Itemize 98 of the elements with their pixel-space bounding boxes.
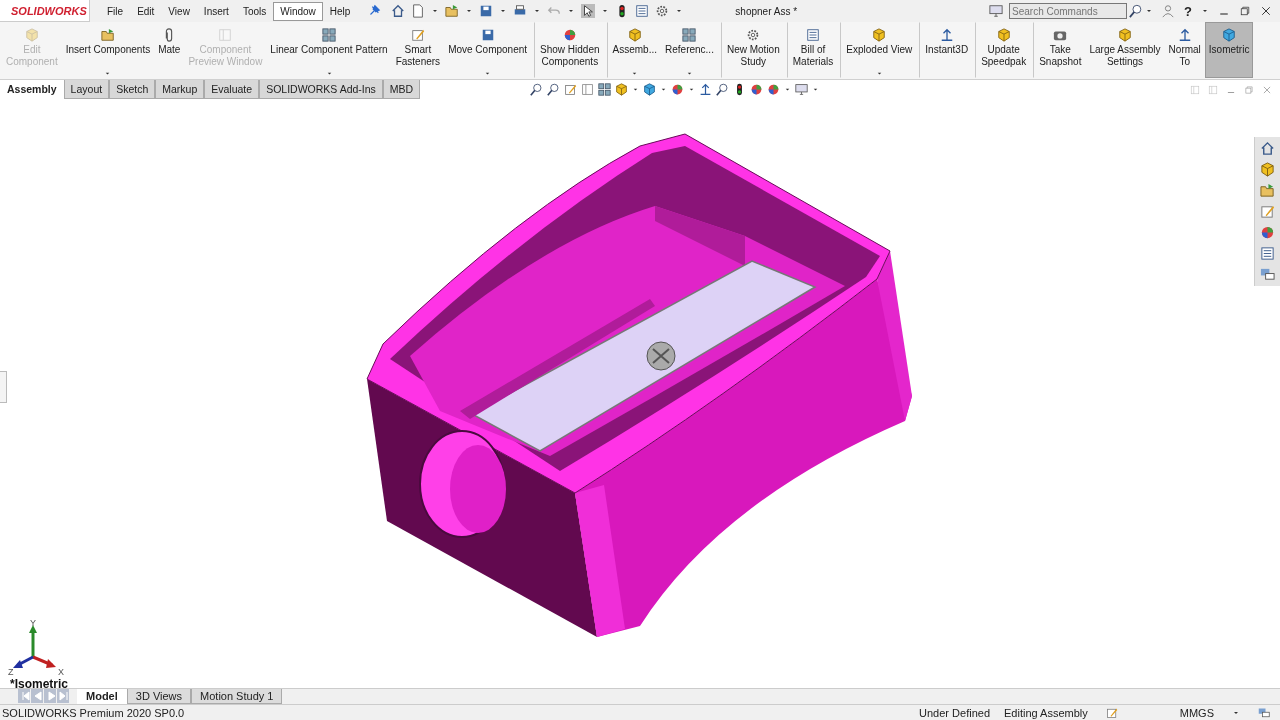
ribbon-command[interactable]: Isometric bbox=[1204, 22, 1254, 78]
printer-icon[interactable] bbox=[513, 4, 528, 18]
tile-right-icon[interactable] bbox=[1208, 84, 1218, 95]
tab[interactable]: MBD bbox=[382, 80, 421, 99]
ribbon-command[interactable]: Bill of Materials bbox=[786, 22, 838, 78]
tab[interactable]: SOLIDWORKS Add-Ins bbox=[259, 80, 383, 99]
caret-icon[interactable] bbox=[431, 7, 440, 15]
ribbon-command[interactable]: Linear Component Pattern bbox=[266, 22, 392, 78]
tool-icon bbox=[996, 28, 1011, 42]
search-field[interactable]: Search Commands bbox=[1009, 3, 1128, 19]
tool-icon bbox=[100, 28, 115, 42]
ribbon-command[interactable]: Instant3D bbox=[919, 22, 973, 78]
menu-item[interactable]: Window bbox=[273, 1, 323, 21]
settings-icon[interactable] bbox=[655, 4, 670, 18]
ribbon-command[interactable]: Show Hidden Components bbox=[534, 22, 604, 78]
properties-icon[interactable] bbox=[1258, 244, 1277, 263]
menu-item[interactable]: File bbox=[100, 1, 131, 21]
ribbon-command[interactable]: Normal To bbox=[1164, 22, 1205, 78]
save-icon[interactable] bbox=[479, 4, 494, 18]
zoom-icon[interactable] bbox=[530, 83, 544, 96]
tool-icon bbox=[218, 28, 233, 42]
tab[interactable]: Motion Study 1 bbox=[191, 689, 283, 704]
axis-label: Z bbox=[8, 667, 14, 677]
view-name: *Isometric bbox=[10, 677, 69, 688]
close-icon[interactable] bbox=[1260, 5, 1272, 17]
tool-icon bbox=[806, 28, 821, 42]
scene-icon[interactable] bbox=[767, 83, 781, 96]
ribbon-command[interactable]: Smart Fasteners bbox=[391, 22, 445, 78]
ribbon-command[interactable]: Exploded View bbox=[840, 22, 917, 78]
zoom-area-icon[interactable] bbox=[547, 83, 561, 96]
ribbon-command[interactable]: Take Snapshot bbox=[1033, 22, 1086, 78]
menu-item[interactable]: Help bbox=[322, 1, 358, 21]
appearance-icon[interactable] bbox=[750, 83, 764, 96]
caret-icon[interactable] bbox=[465, 7, 474, 15]
tool-icon bbox=[627, 28, 642, 42]
caret-icon[interactable] bbox=[499, 7, 508, 15]
new-document-icon[interactable] bbox=[411, 4, 426, 18]
view-orientation-icon[interactable] bbox=[615, 83, 629, 96]
tool-icon bbox=[480, 28, 495, 42]
tool-icon bbox=[24, 28, 39, 42]
ribbon-command[interactable]: New Motion Study bbox=[720, 22, 784, 78]
tab[interactable]: 3D Views bbox=[126, 689, 192, 704]
open-folder-icon[interactable] bbox=[445, 4, 460, 18]
tool-icon bbox=[562, 28, 577, 42]
messages-icon[interactable] bbox=[1258, 706, 1270, 719]
axis-label: X bbox=[58, 667, 64, 677]
folder-icon[interactable] bbox=[1258, 181, 1277, 200]
display-style-icon[interactable] bbox=[643, 83, 657, 96]
tool-icon bbox=[939, 28, 954, 42]
tool-icon bbox=[322, 28, 336, 42]
product-version: SOLIDWORKS Premium 2020 SP0.0 bbox=[2, 706, 185, 719]
tool-icon bbox=[1118, 28, 1132, 42]
panel-handle[interactable] bbox=[0, 371, 7, 403]
axis-label: Y bbox=[30, 619, 36, 628]
ribbon-command[interactable]: Update Speedpak bbox=[975, 22, 1031, 78]
ribbon-command[interactable]: Referenc... bbox=[661, 22, 718, 78]
tab[interactable]: Sketch bbox=[109, 80, 156, 99]
menu-item[interactable]: Edit bbox=[130, 1, 162, 21]
tab[interactable]: Markup bbox=[155, 80, 205, 99]
menu-item[interactable]: View bbox=[161, 1, 197, 21]
ribbon-command[interactable]: Large Assembly Settings bbox=[1085, 22, 1165, 78]
tab[interactable]: Model bbox=[77, 689, 127, 704]
monitor-icon[interactable] bbox=[795, 83, 809, 96]
caret-icon[interactable] bbox=[675, 7, 684, 15]
caret-icon[interactable] bbox=[533, 7, 542, 15]
tool-icon bbox=[746, 28, 761, 42]
home-icon[interactable] bbox=[391, 4, 406, 18]
zoom-icon[interactable] bbox=[716, 83, 730, 96]
ribbon-command[interactable]: Insert Components bbox=[61, 22, 155, 78]
search-icon[interactable] bbox=[1129, 4, 1144, 18]
tool-icon bbox=[1222, 28, 1237, 42]
caret-icon[interactable] bbox=[1201, 7, 1209, 15]
ribbon-command[interactable]: Move Component bbox=[444, 22, 532, 78]
document-title: shopner Ass * bbox=[734, 5, 799, 17]
user-icon[interactable] bbox=[1161, 4, 1176, 18]
caret-icon[interactable] bbox=[601, 7, 610, 15]
caret-icon[interactable] bbox=[567, 7, 576, 15]
axis-triad-drawing bbox=[13, 625, 56, 668]
editing-mode: Editing Assembly bbox=[1004, 706, 1088, 719]
menu-item[interactable]: Tools bbox=[235, 1, 274, 21]
options-list-icon[interactable] bbox=[635, 4, 650, 18]
ribbon-command[interactable]: Assemb... bbox=[606, 22, 661, 78]
tool-icon bbox=[872, 28, 887, 42]
app-logo: SOLIDWORKS bbox=[11, 4, 87, 17]
tool-icon bbox=[682, 28, 697, 42]
tile-left-icon[interactable] bbox=[1190, 84, 1200, 95]
restore-icon[interactable] bbox=[1239, 5, 1251, 17]
tool-icon bbox=[410, 28, 425, 42]
tool-icon bbox=[1177, 28, 1192, 42]
ribbon-command[interactable]: Mate bbox=[154, 22, 185, 78]
help-button[interactable]: ? bbox=[1184, 3, 1192, 19]
unit-system[interactable]: MMGS bbox=[1179, 706, 1214, 719]
caret-icon[interactable] bbox=[1145, 7, 1154, 15]
pointer-icon[interactable] bbox=[581, 4, 596, 18]
tab[interactable]: Evaluate bbox=[204, 80, 260, 99]
tab[interactable]: Layout bbox=[63, 80, 110, 99]
menu-item[interactable]: Insert bbox=[196, 1, 236, 21]
definition-status: Under Defined bbox=[919, 706, 990, 719]
